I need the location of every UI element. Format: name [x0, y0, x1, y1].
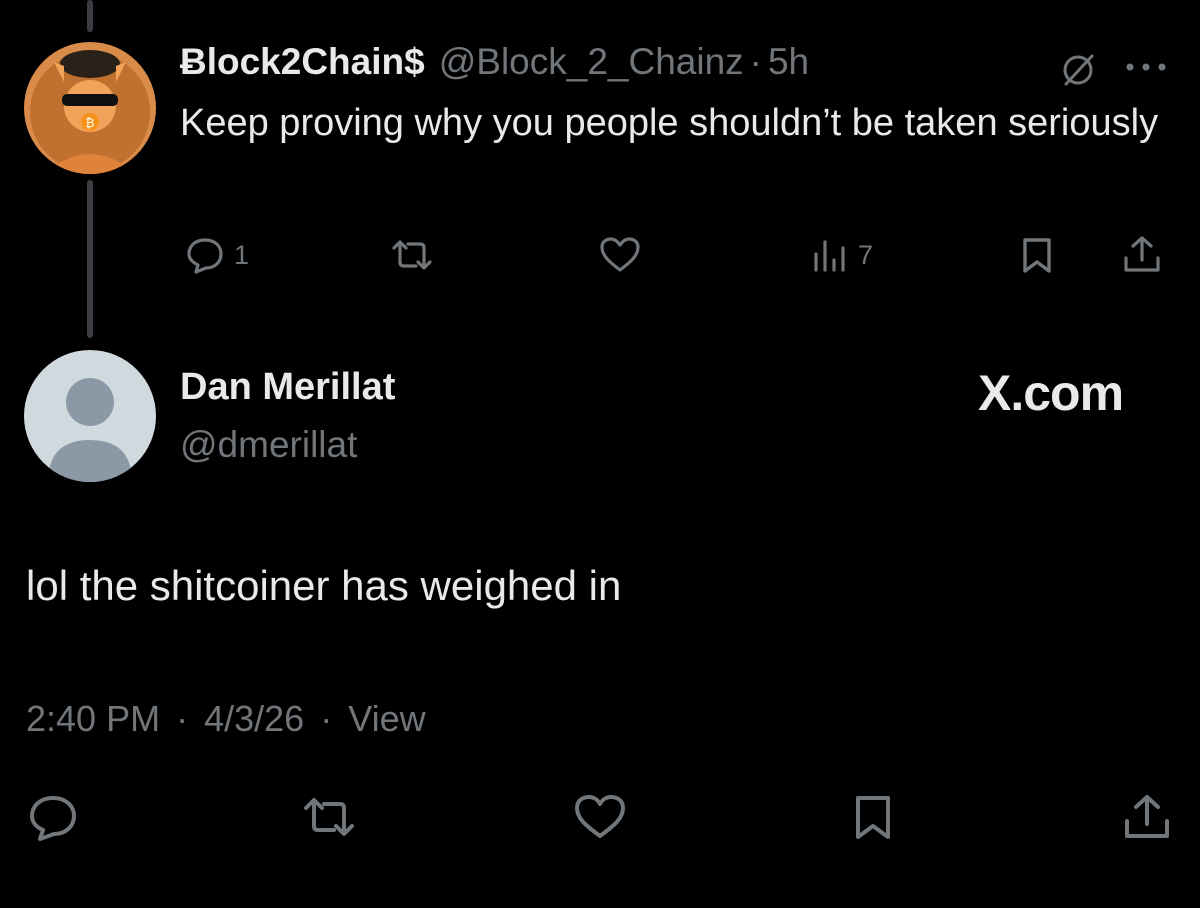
tweet-text: Keep proving why you people shouldn’t be… — [180, 102, 1159, 144]
default-avatar-icon — [24, 350, 156, 482]
tweet-meta: 2:40 PM · 4/3/26 · View — [26, 698, 426, 740]
views-count: 7 — [858, 239, 874, 270]
retweet-icon — [392, 240, 432, 270]
share-button[interactable] — [1120, 234, 1164, 276]
brand-logo: X.com — [978, 365, 1124, 421]
tweet-top-actions — [1050, 46, 1180, 90]
reply-icon — [30, 796, 76, 841]
reply-button[interactable] — [26, 792, 80, 842]
like-button[interactable] — [598, 234, 650, 276]
share-icon — [1125, 795, 1169, 838]
display-name[interactable]: Ƀlock2Chain$ — [180, 41, 425, 83]
tweet-action-bar — [0, 792, 1200, 844]
date[interactable]: 4/3/26 — [204, 698, 304, 739]
tweet-action-bar: 1 7 — [0, 234, 1200, 278]
timestamp[interactable]: 5h — [768, 41, 809, 83]
user-handle[interactable]: @Block_2_Chainz — [439, 41, 744, 83]
bookmark-button[interactable] — [848, 792, 898, 842]
retweet-button[interactable] — [386, 234, 446, 276]
thread-line-top — [87, 0, 93, 32]
views-button[interactable]: 7 — [810, 234, 873, 276]
reply-icon — [187, 238, 223, 274]
bookmark-icon — [1023, 238, 1051, 273]
bookmark-icon — [856, 796, 890, 839]
user-handle[interactable]: @dmerillat — [180, 424, 357, 466]
retweet-icon — [304, 798, 354, 836]
more-dots-icon[interactable] — [1124, 60, 1168, 79]
separator: · — [320, 698, 333, 739]
separator: · — [749, 41, 762, 82]
tweet-screenshot: ₿ Ƀlock2Chain$ @Block_2_Chainz · 5h Keep… — [0, 0, 1200, 908]
heart-icon — [575, 795, 625, 838]
heart-icon — [600, 237, 640, 272]
view-link[interactable]: View — [348, 698, 425, 739]
like-button[interactable] — [572, 792, 628, 842]
avatar-image: ₿ — [24, 42, 156, 174]
reply-count: 1 — [234, 239, 250, 270]
retweet-button[interactable] — [298, 792, 360, 842]
grok-icon[interactable] — [1058, 50, 1098, 95]
tweet-header: Ƀlock2Chain$ @Block_2_Chainz · 5h — [180, 38, 809, 86]
display-name[interactable]: Dan Merillat — [180, 366, 395, 409]
timestamp[interactable]: 2:40 PM — [26, 698, 160, 739]
default-avatar[interactable] — [24, 350, 156, 482]
bar-chart-icon — [814, 240, 845, 272]
svg-text:₿: ₿ — [86, 116, 95, 130]
separator: · — [176, 698, 189, 739]
bookmark-button[interactable] — [1016, 234, 1058, 276]
share-icon — [1124, 236, 1160, 272]
tweet-text: lol the shitcoiner has weighed in — [26, 562, 622, 609]
share-button[interactable] — [1120, 792, 1174, 842]
reply-button[interactable]: 1 — [184, 234, 249, 276]
avatar[interactable]: ₿ — [24, 42, 156, 174]
